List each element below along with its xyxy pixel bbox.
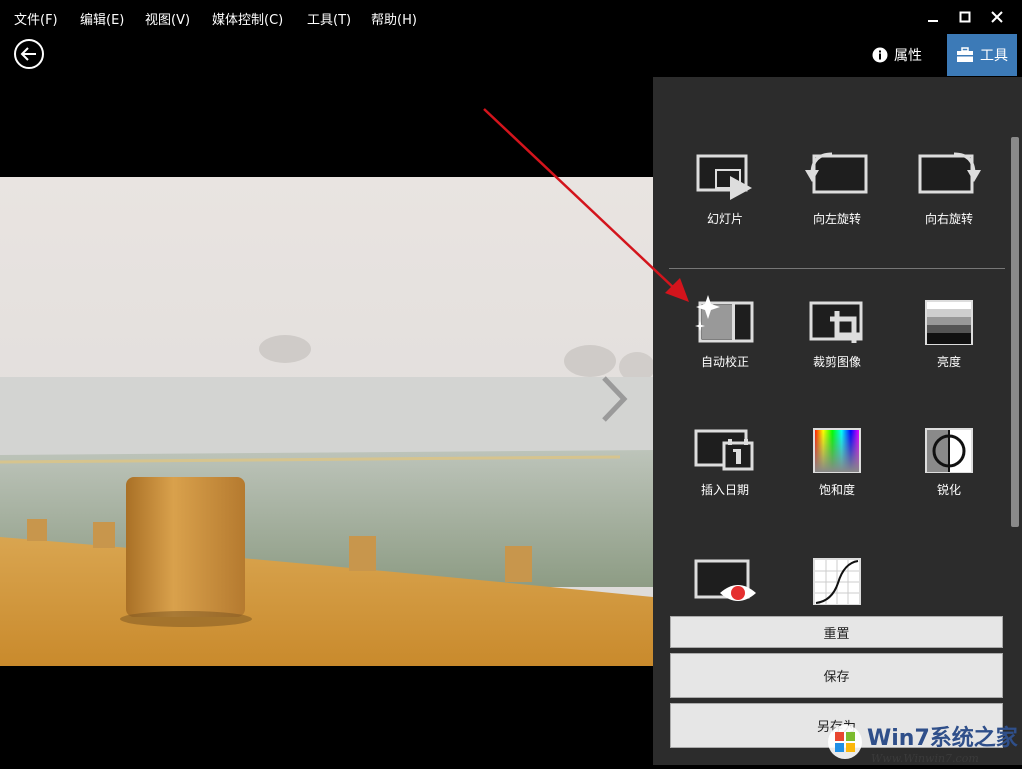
tool-red-eye[interactable] [675,555,775,605]
tool-label: 插入日期 [700,483,749,497]
close-button[interactable] [982,6,1012,28]
saturation-icon [813,428,861,473]
tool-sharpen[interactable]: 锐化 [899,423,999,498]
menu-edit[interactable]: 编辑(E) [80,9,124,28]
toolbox-icon [957,47,973,62]
maximize-icon [959,11,971,23]
tools-button[interactable]: 工具 [947,34,1017,76]
tool-label: 锐化 [936,483,961,497]
slideshow-icon [696,154,752,200]
red-eye-icon [694,559,756,601]
properties-button[interactable]: 属性 [872,34,940,76]
curves-icon [813,558,861,605]
crop-icon [809,301,863,343]
tool-label: 亮度 [936,355,961,369]
minimize-button[interactable] [918,6,948,28]
auto-correct-icon [695,295,754,343]
tools-label: 工具 [980,48,1008,64]
maximize-button[interactable] [950,6,980,28]
brightness-icon [925,300,973,345]
tool-label: 向左旋转 [812,212,861,226]
divider [669,268,1005,269]
menu-media-control[interactable]: 媒体控制(C) [212,9,283,28]
menu-view[interactable]: 视图(V) [145,9,190,28]
tool-label: 裁剪图像 [812,355,861,369]
watermark-url: Www.Winwin7.com [871,752,979,765]
back-button[interactable] [13,38,45,70]
tool-auto-correct[interactable]: 自动校正 [675,295,775,370]
menu-help[interactable]: 帮助(H) [371,9,417,28]
sharpen-icon [925,428,973,473]
info-icon [872,47,888,63]
hay-bale-photo [0,177,653,666]
watermark-brand: Win7系统之家 [867,725,1019,751]
tool-rotate-left[interactable]: 向左旋转 [787,152,887,227]
watermark-logo: Win7系统之家 Www.Winwin7.com [828,725,1019,765]
tool-insert-date[interactable]: 插入日期 [675,423,775,498]
chevron-right-icon [602,376,628,422]
menu-tools[interactable]: 工具(T) [307,9,351,28]
tool-brightness[interactable]: 亮度 [899,295,999,370]
watermark: Win7系统之家 Www.Winwin7.com [815,702,1022,765]
back-arrow-icon [14,39,44,69]
tool-curves[interactable] [787,555,887,605]
calendar-icon [694,429,754,471]
properties-label: 属性 [894,48,922,64]
tools-panel: 幻灯片 向左旋转 向右旋转 自动校正 裁剪图像 亮度 插入日期 饱和度 锐化 重… [653,77,1022,765]
close-icon [991,11,1003,23]
panel-scrollbar[interactable] [1011,137,1019,527]
photo-view [0,177,653,666]
minimize-icon [928,20,938,22]
tool-saturation[interactable]: 饱和度 [787,423,887,498]
tool-label: 向右旋转 [924,212,973,226]
tool-slideshow[interactable]: 幻灯片 [675,152,775,227]
rotate-left-icon [805,152,868,194]
tool-rotate-right[interactable]: 向右旋转 [899,152,999,227]
reset-button[interactable]: 重置 [670,616,1003,648]
menu-file[interactable]: 文件(F) [14,9,58,28]
tool-label: 饱和度 [818,483,855,497]
tool-label: 幻灯片 [706,212,743,226]
save-button[interactable]: 保存 [670,653,1003,698]
tool-crop[interactable]: 裁剪图像 [787,295,887,370]
tool-label: 自动校正 [700,355,749,369]
menu-bar: 文件(F) 编辑(E) 视图(V) 媒体控制(C) 工具(T) 帮助(H) [0,0,1022,34]
rotate-right-icon [918,152,981,194]
next-image-button[interactable] [596,372,632,426]
